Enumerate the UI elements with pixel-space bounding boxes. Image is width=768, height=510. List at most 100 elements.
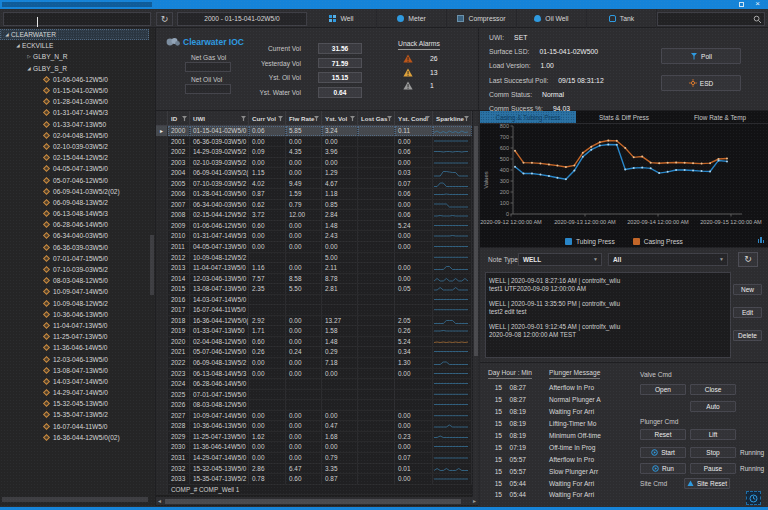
tree-well-item[interactable]: 08-03-048-12W5/0: [0, 275, 149, 286]
tree-well-item[interactable]: 14-29-047-14W5/0: [0, 387, 149, 398]
note-filter-dropdown[interactable]: All▼: [608, 253, 728, 266]
tree-horizontal-scrollbar[interactable]: [2, 497, 148, 502]
grid-row[interactable]: 202710-09-047-14W5/00.000.000.000.00: [156, 411, 472, 422]
title-bar[interactable]: ×: [0, 0, 768, 9]
grid-row[interactable]: 202105-07-046-12W5/00.260.240.290.34: [156, 347, 472, 358]
grid-row[interactable]: 201816-36-044-12W5/0(02)2.920.0013.272.0…: [156, 316, 472, 327]
grid-column-header[interactable]: Yst. Cond: [395, 111, 433, 126]
notes-list[interactable]: WELL | 2020-09-01 8:27:16 AM | controlfx…: [485, 272, 731, 358]
grid-column-header[interactable]: Sparkline: [433, 111, 472, 126]
plunger-start-button[interactable]: Start: [640, 447, 686, 458]
grid-column-header[interactable]: Curr Vol: [249, 111, 286, 126]
grid-row[interactable]: 201513-08-047-13W5/02.355.502.810.05: [156, 284, 472, 295]
note-type-dropdown[interactable]: WELL▼: [518, 253, 602, 266]
tree-well-item[interactable]: 02-10-039-03W5/2: [0, 141, 149, 152]
tree-well-item[interactable]: 13-08-047-13W5/0: [0, 365, 149, 376]
grid-row[interactable]: 201412-03-046-13W5/07.578.588.780.00: [156, 274, 472, 285]
filter-icon[interactable]: [314, 116, 319, 121]
tree-well-item[interactable]: 07-10-039-03W5/2: [0, 264, 149, 275]
tree-well-item[interactable]: 07-01-047-15W5/0: [0, 253, 149, 264]
tree-well-item[interactable]: 01-33-047-13W50: [0, 119, 149, 130]
tree-well-item[interactable]: 16-07-044-11W5/0: [0, 421, 149, 432]
chart-tab[interactable]: Stats & Diff Press: [576, 111, 672, 123]
filter-icon[interactable]: [182, 116, 187, 121]
tree-well-item[interactable]: 11-25-047-13W5/0: [0, 331, 149, 342]
filter-icon[interactable]: [387, 116, 392, 121]
scroll-right-arrow[interactable]: ▸: [473, 499, 476, 504]
chart-tab[interactable]: Casing & Tubing Press: [480, 111, 576, 123]
poll-button[interactable]: Poll: [661, 48, 741, 64]
tab-compressor[interactable]: Compressor: [447, 9, 517, 28]
tree-well-item[interactable]: 06-09-048-13W5/2: [0, 197, 149, 208]
grid-row[interactable]: 201901-33-047-13W501.710.001.580.26: [156, 326, 472, 337]
tree-well-item[interactable]: 04-05-047-13W5/0: [0, 163, 149, 174]
site-reset-button[interactable]: Site Reset: [684, 478, 730, 489]
tab-tank[interactable]: Tank: [587, 9, 657, 28]
tree-root-clearwater[interactable]: ◢CLEARWATER: [0, 29, 149, 40]
tree-well-item[interactable]: 11-04-047-13W5/0: [0, 320, 149, 331]
valve-close-button[interactable]: Close: [690, 384, 736, 395]
grid-row[interactable]: 200302-10-039-03W5/20.000.000.000.00: [156, 158, 472, 169]
grid-row[interactable]: 202608-03-048-12W5/0: [156, 400, 472, 411]
grid-row[interactable]: 201614-03-047-14W5/0: [156, 295, 472, 306]
tree-node-eckville[interactable]: ◢ECKVILLE: [0, 40, 149, 51]
tree-well-item[interactable]: 06-28-046-14W5/0: [0, 219, 149, 230]
tree-well-item[interactable]: 15-35-047-13W5/2: [0, 409, 149, 420]
grid-row[interactable]: 202002-04-048-12W5/00.600.001.485.24: [156, 337, 472, 348]
collapsed-arrow-icon[interactable]: ▷: [25, 54, 33, 59]
grid-row[interactable]: 200901-06-046-12W5/00.600.001.485.24: [156, 221, 472, 232]
grid-row[interactable]: 202810-36-046-13W5/00.000.000.470.00: [156, 421, 472, 432]
tree-well-item[interactable]: 11-36-046-14W5/0: [0, 342, 149, 353]
valve-auto-button[interactable]: Auto: [690, 401, 736, 412]
grid-row[interactable]: 200706-34-040-03W5/00.620.790.850.00: [156, 200, 472, 211]
grid-row[interactable]: 202507-01-047-15W5/0: [156, 390, 472, 401]
history-button[interactable]: [746, 491, 761, 505]
grid-row[interactable]: 201210-09-048-12W5/25.00: [156, 253, 472, 264]
tab-well[interactable]: Well: [307, 9, 377, 28]
grid-row[interactable]: 201716-07-044-11W5/0: [156, 305, 472, 316]
expanded-arrow-icon[interactable]: ◢: [25, 66, 33, 71]
refresh-button[interactable]: ↻: [156, 12, 173, 26]
plunger-reset-button[interactable]: Reset: [640, 429, 686, 440]
filter-icon[interactable]: [241, 116, 246, 121]
esd-button[interactable]: ESD: [661, 75, 741, 91]
grid-row[interactable]: 202911-25-047-13W5/01.620.001.680.23: [156, 432, 472, 443]
tree-well-item[interactable]: 12-03-046-13W5/0: [0, 353, 149, 364]
grid-row[interactable]: 200406-09-041-03W5/2(02)1.150.001.290.03: [156, 168, 472, 179]
grid-row[interactable]: 202206-09-048-13W5/20.000.007.181.30: [156, 358, 472, 369]
chart-tab[interactable]: Flow Rate & Temp: [672, 111, 768, 123]
well-selector[interactable]: 2000 - 01-15-041-02W5/0: [177, 12, 307, 26]
grid-row[interactable]: 201104-05-047-13W5/00.000.000.000.00: [156, 242, 472, 253]
chart-type-icon[interactable]: [758, 237, 765, 243]
valve-open-button[interactable]: Open: [640, 384, 686, 395]
tree-well-item[interactable]: 01-06-046-12W5/0: [0, 74, 149, 85]
tree-well-item[interactable]: 01-15-041-02W5/0: [0, 85, 149, 96]
filter-icon[interactable]: [464, 116, 469, 121]
notes-refresh-button[interactable]: ↻: [738, 252, 758, 267]
plunger-pause-button[interactable]: Pause: [690, 463, 736, 474]
tree-node-glby-s-r[interactable]: ◢GLBY_S_R: [0, 63, 149, 74]
filter-icon[interactable]: [278, 116, 283, 121]
restore-icon[interactable]: [739, 2, 744, 7]
grid-row[interactable]: 203114-29-047-14W5/00.000.000.790.07: [156, 453, 472, 464]
note-item[interactable]: WELL | 2020-09-01 8:27:16 AM | controlfx…: [489, 277, 727, 292]
grid-column-header[interactable]: Yst. Vol: [322, 111, 358, 126]
net-gas-vol-input[interactable]: [185, 62, 231, 72]
note-new-button[interactable]: New: [733, 284, 762, 295]
expanded-arrow-icon[interactable]: ◢: [3, 32, 11, 37]
grid-column-header[interactable]: Flw Rate: [286, 111, 322, 126]
grid-row[interactable]: 202306-13-048-14W5/30.000.000.000.00: [156, 369, 472, 380]
grid-row[interactable]: 202406-28-046-14W5/0: [156, 379, 472, 390]
plunger-run-button[interactable]: Run: [640, 463, 686, 474]
grid-row[interactable]: 200507-10-039-03W5/24.029.494.670.07: [156, 179, 472, 190]
net-oil-vol-input[interactable]: [185, 84, 231, 94]
grid-column-header[interactable]: UWI: [190, 111, 249, 126]
note-delete-button[interactable]: Delete: [733, 330, 762, 341]
grid-column-header[interactable]: ID: [168, 111, 190, 126]
note-item[interactable]: WELL | 2020-09-11 3:35:50 PM | controlfx…: [489, 300, 727, 315]
grid-row[interactable]: 200601-28-041-03W5/00.871.591.180.06: [156, 189, 472, 200]
tree-well-item[interactable]: 01-31-047-14W5/3: [0, 107, 149, 118]
tree-well-item[interactable]: 10-09-047-14W5/0: [0, 286, 149, 297]
tree-well-item[interactable]: 01-28-041-03W5/0: [0, 96, 149, 107]
tree-well-item[interactable]: 10-09-048-12W5/2: [0, 298, 149, 309]
